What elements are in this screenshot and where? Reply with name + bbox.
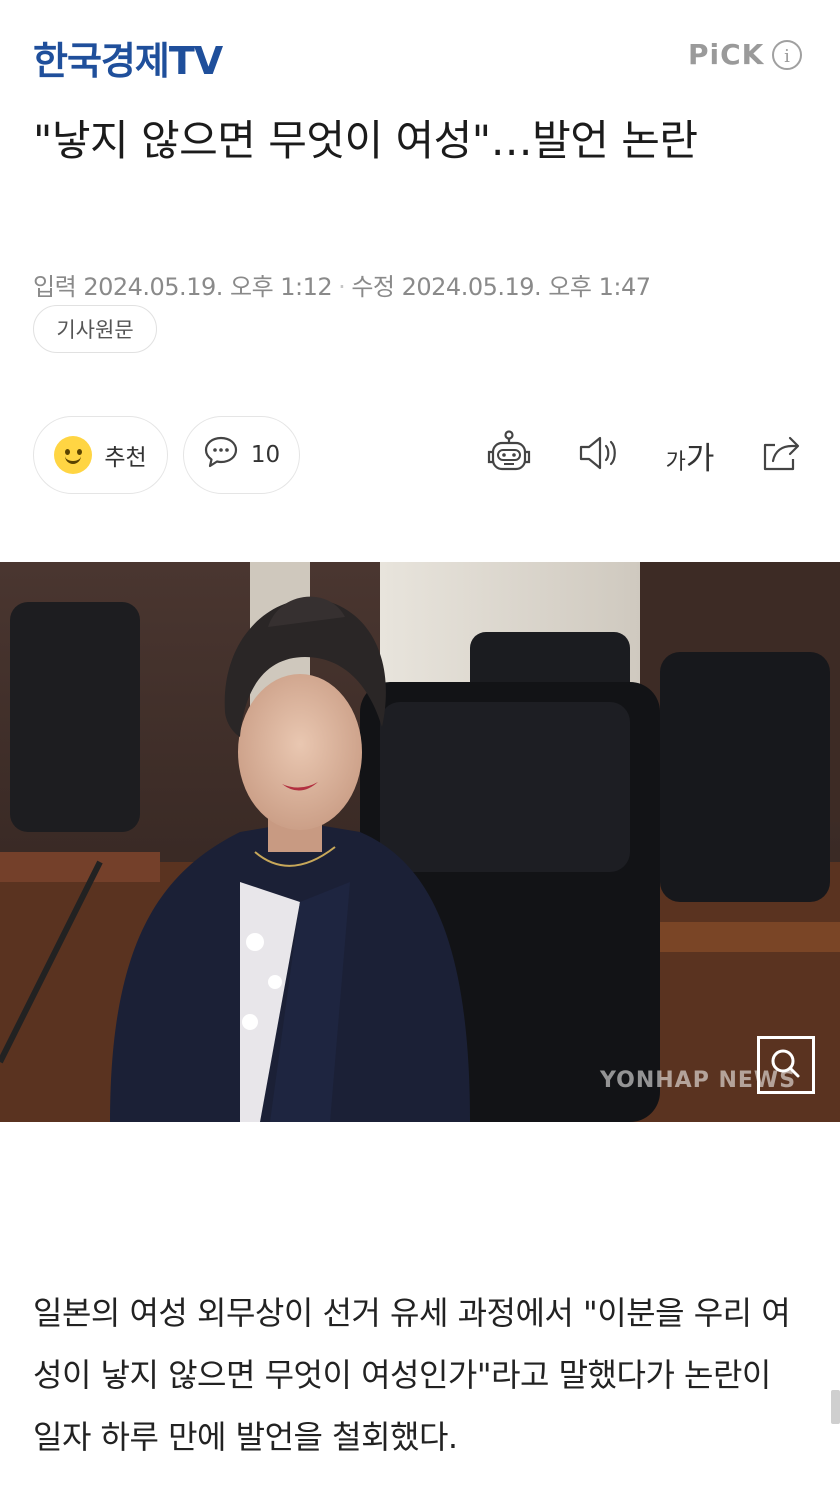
speaker-icon [576,433,622,477]
smile-icon [54,436,93,474]
font-size-button[interactable]: 가가 [660,428,720,482]
comment-count: 10 [250,442,281,468]
read-aloud-button[interactable] [574,428,624,482]
modified-time: 2024.05.19. 오후 1:47 [401,273,651,301]
comment-button[interactable]: 10 [183,416,300,494]
font-size-icon: 가가 [666,433,715,478]
share-icon [759,433,803,477]
article-photo[interactable]: YONHAP NEWS [0,562,840,1122]
article-body: 일본의 여성 외무상이 선거 유세 과정에서 "이분을 우리 여성이 낳지 않으… [33,1294,791,1456]
font-large-glyph: 가 [685,440,715,477]
input-time: 2024.05.19. 오후 1:12 [83,273,333,301]
input-label: 입력 [33,273,77,301]
photo-zoom-button[interactable] [757,1036,815,1094]
meta-separator: · [338,273,346,301]
robot-summary-icon [484,430,534,480]
comment-icon [203,435,239,475]
modified-label: 수정 [351,273,395,301]
summary-bot-button[interactable] [482,428,536,482]
pick-badge: PiCK [688,38,765,71]
article-headline: "낳지 않으면 무엇이 여성"…발언 논란 [33,116,698,165]
original-article-button[interactable]: 기사원문 [33,305,157,353]
photo-illustration [0,562,840,1122]
zoom-icon [760,1049,812,1095]
share-button[interactable] [756,428,806,482]
article-meta: 입력 2024.05.19. 오후 1:12 · 수정 2024.05.19. 오후… [33,267,651,302]
font-small-glyph: 가 [665,449,686,475]
publisher-logo[interactable]: 한국경제TV [33,30,223,85]
recommend-label: 추천 [104,445,147,471]
pick-info-icon[interactable]: i [772,40,802,70]
scrollbar-thumb[interactable] [831,1390,840,1424]
recommend-button[interactable]: 추천 [33,416,168,494]
